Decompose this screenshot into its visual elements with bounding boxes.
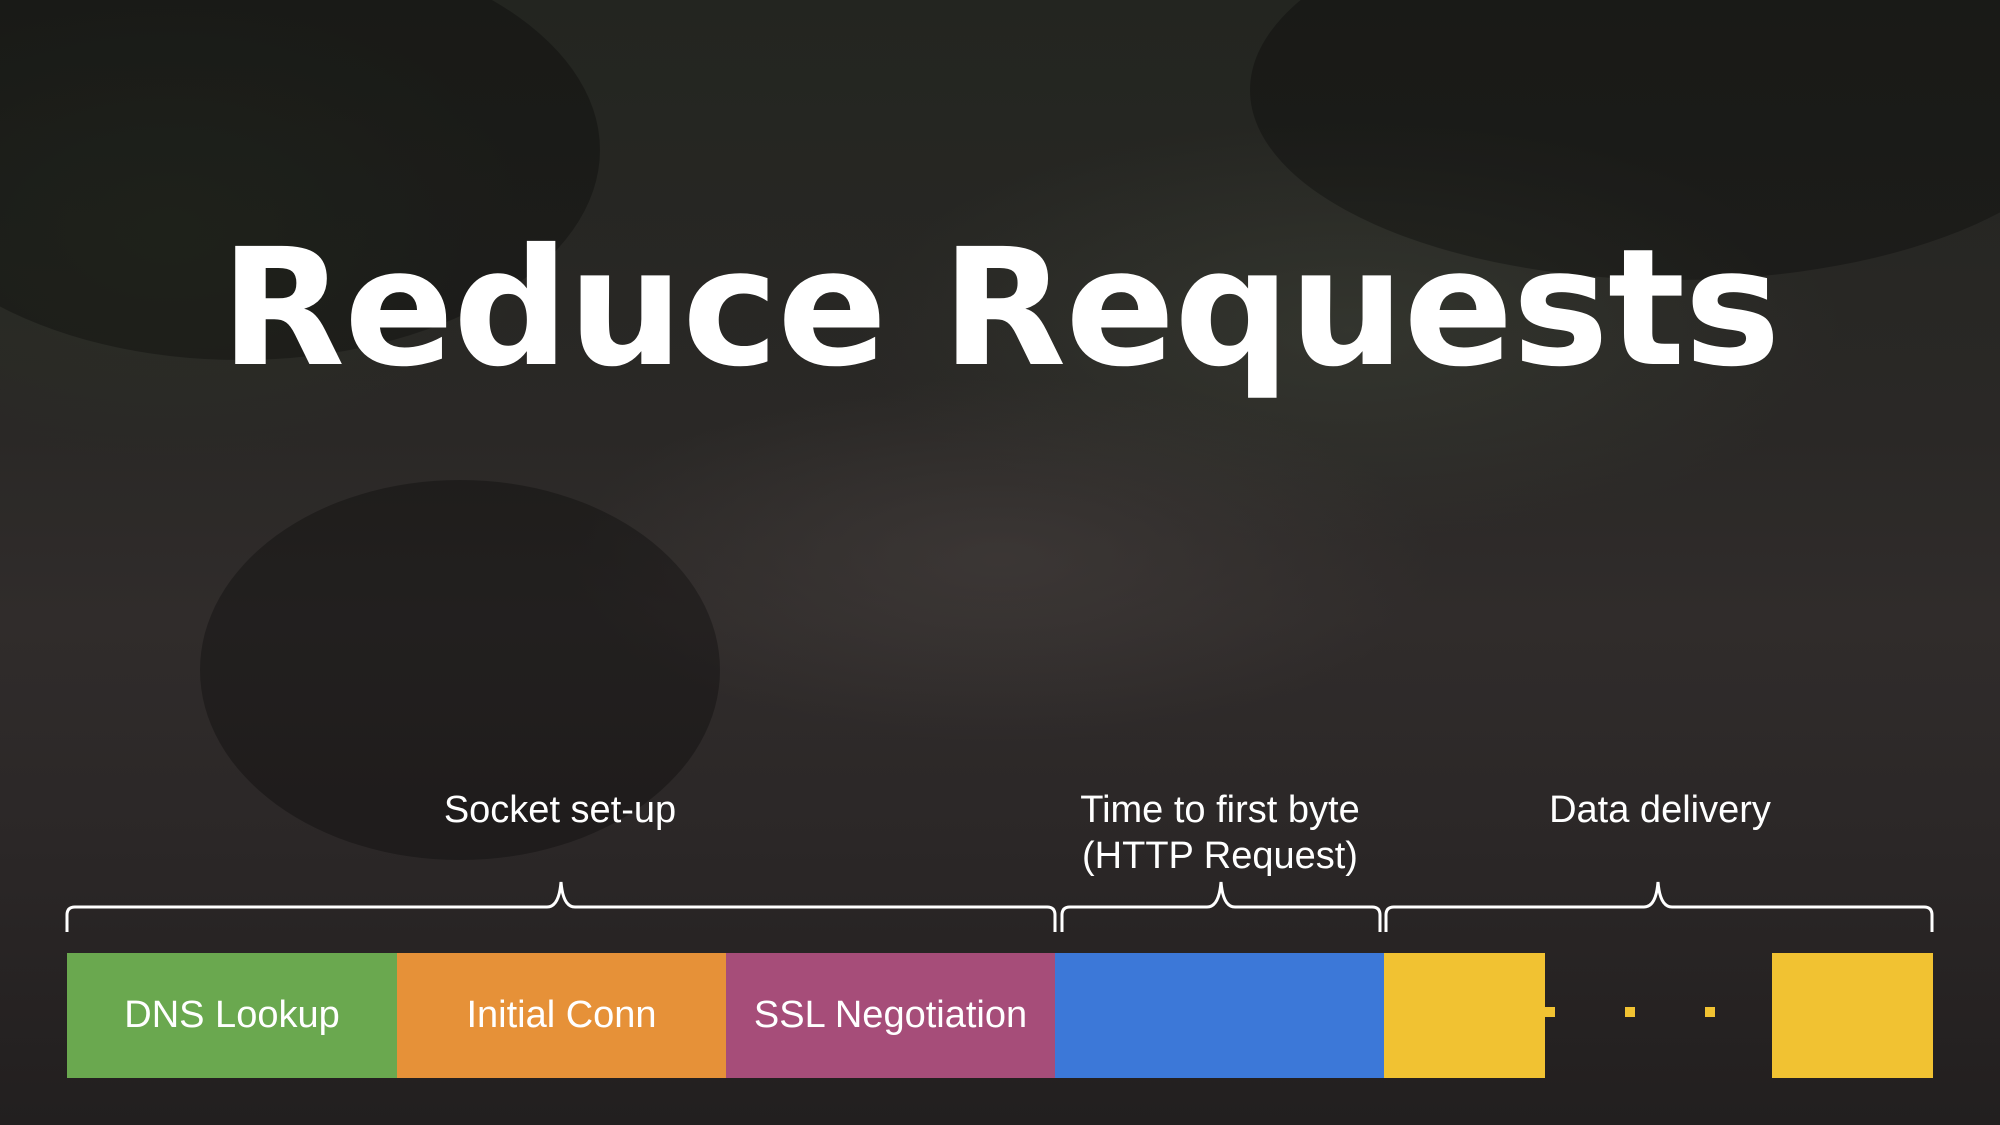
bar-data-delivery-end — [1772, 953, 1933, 1078]
bar-dns-lookup-label: DNS Lookup — [124, 994, 340, 1036]
bar-http-request — [1055, 953, 1384, 1078]
ellipsis-dot — [1705, 1007, 1715, 1017]
bar-initial-conn: Initial Conn — [397, 953, 726, 1078]
ellipsis-dots-icon — [1545, 1007, 1715, 1017]
ellipsis-dot — [1545, 1007, 1555, 1017]
brace-ttfb — [1060, 881, 1382, 932]
bar-dns-lookup: DNS Lookup — [67, 953, 397, 1078]
ellipsis-dot — [1625, 1007, 1635, 1017]
bar-ssl-negotiation: SSL Negotiation — [726, 953, 1055, 1078]
bar-ssl-negotiation-label: SSL Negotiation — [753, 994, 1028, 1036]
bar-data-delivery-start — [1384, 953, 1545, 1078]
slide: Reduce Requests Socket set-up Time to fi… — [0, 0, 2000, 1125]
brace-socket-setup — [65, 881, 1057, 932]
brace-data-delivery — [1384, 881, 1934, 932]
bar-initial-conn-label: Initial Conn — [466, 994, 657, 1036]
